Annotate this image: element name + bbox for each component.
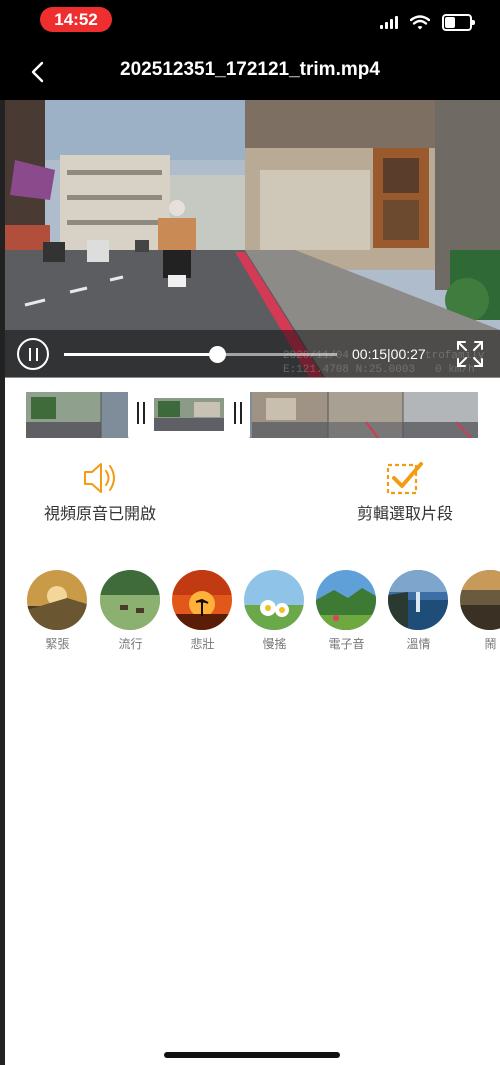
filmstrip[interactable] [26, 392, 478, 438]
music-item-tense[interactable]: 緊張 [27, 570, 88, 652]
page-title: 202512351_172121_trim.mp4 [120, 59, 380, 80]
filmstrip-frame-4 [403, 392, 478, 438]
music-item-electronic[interactable]: 電子音 [316, 570, 377, 652]
music-thumbnail [388, 570, 448, 630]
music-label: 電子音 [328, 637, 365, 651]
progress-thumb[interactable] [208, 346, 226, 363]
filmstrip-frame-3 [328, 392, 403, 438]
music-item-slow[interactable]: 慢搖 [244, 570, 305, 652]
trim-handle-left[interactable] [137, 402, 146, 424]
trim-selection-label: 剪輯選取片段 [356, 504, 453, 523]
status-bar: 14:52 [0, 0, 500, 44]
music-label: 流行 [118, 637, 143, 651]
progress-slider[interactable] [64, 346, 337, 363]
music-thumbnail [244, 570, 304, 630]
music-thumbnail [100, 570, 160, 630]
checkbox-checked-icon [386, 462, 423, 495]
status-icons [380, 11, 475, 33]
music-item-warm[interactable]: 溫情 [388, 570, 449, 652]
status-time: 14:52 [40, 7, 112, 32]
music-preset-list[interactable]: 緊張 流行 悲壯 慢搖 電子音 溫情 鬧 [27, 570, 500, 660]
trim-handle-right[interactable] [234, 402, 243, 424]
home-indicator [164, 1052, 340, 1058]
music-item-partial[interactable]: 鬧 [460, 570, 500, 652]
progress-fill [64, 353, 217, 356]
music-thumbnail [172, 570, 232, 630]
music-label: 慢搖 [262, 637, 287, 651]
filmstrip-frame-1 [26, 392, 101, 438]
music-thumbnail [27, 570, 87, 630]
wifi-icon [410, 14, 430, 29]
music-thumbnail [460, 570, 500, 630]
battery-icon [442, 13, 475, 31]
cellular-signal-icon [380, 15, 398, 29]
music-label: 悲壯 [190, 637, 215, 651]
pause-button[interactable] [17, 338, 49, 370]
nav-bar: 202512351_172121_trim.mp4 [0, 44, 500, 100]
music-thumbnail [316, 570, 376, 630]
music-label: 鬧 [484, 637, 497, 651]
music-label: 緊張 [45, 637, 70, 651]
filmstrip-frame-2 [252, 392, 328, 438]
trim-selected-frame [154, 398, 224, 431]
filmstrip-frames [26, 392, 478, 438]
back-button[interactable] [22, 56, 54, 88]
fullscreen-icon[interactable] [455, 339, 485, 369]
original-sound-toggle[interactable]: 視頻原音已開啟 [30, 458, 170, 528]
speaker-icon [84, 463, 115, 493]
music-item-tragic[interactable]: 悲壯 [172, 570, 233, 652]
player-controls: 00:15|00:27 [5, 330, 500, 378]
time-readout: 00:15|00:27 [352, 346, 426, 362]
music-label: 溫情 [406, 637, 431, 651]
music-item-pop[interactable]: 流行 [100, 570, 161, 652]
trim-selection-toggle[interactable]: 剪輯選取片段 [340, 458, 470, 528]
original-sound-label: 視頻原音已開啟 [43, 504, 156, 523]
